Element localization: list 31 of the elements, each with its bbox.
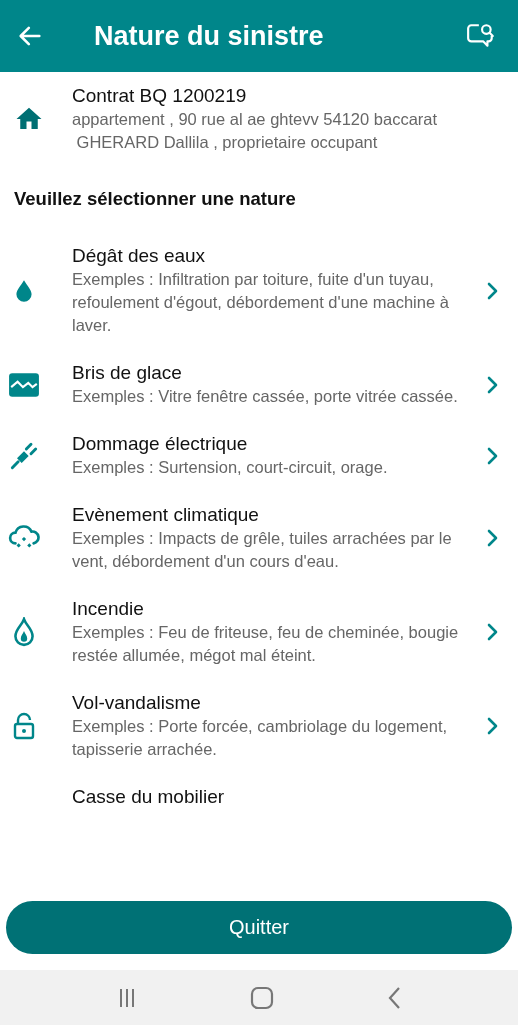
chevron-right-icon[interactable] [486, 446, 498, 465]
nature-title[interactable]: Dommage électrique [72, 432, 472, 456]
chevron-right-icon[interactable] [486, 529, 498, 547]
home-icon[interactable] [250, 985, 274, 1010]
nature-description: Exemples : Impacts de grêle, tuiles arrachées par le vent, débordement d'un cours d'eau. [72, 528, 453, 572]
chevron-right-icon[interactable] [486, 623, 498, 641]
nature-description: Exemples : Vitre fenêtre cassée, porte vitrée cassée. [72, 386, 459, 407]
nature-title[interactable]: Incendie [72, 597, 472, 621]
nature-description: Exemples : Feu de friteuse, feu de cheminée, bougie restée allumée, mégot mal éteint. [72, 622, 460, 666]
nature-description: Exemples : Infiltration par toiture, fuite d'un tuyau, refoulement d'égout, débordement d'une machine à laver. [72, 269, 450, 336]
nature-title[interactable]: Vol-vandalisme [72, 691, 472, 715]
back-icon[interactable] [387, 985, 402, 1010]
nature-title[interactable]: Dégât des eaux [72, 244, 472, 268]
chevron-right-icon[interactable] [486, 717, 498, 735]
chevron-right-icon[interactable] [486, 281, 498, 300]
nature-title[interactable]: Evènement climatique [72, 503, 472, 527]
plug-icon [10, 441, 38, 470]
unlocked-padlock-icon [12, 711, 36, 741]
flame-icon [11, 617, 37, 647]
chat-search-icon[interactable] [466, 22, 496, 50]
nature-title[interactable]: Bris de glace [72, 361, 472, 385]
contract-title: Contrat BQ 1200219 [72, 84, 248, 108]
nature-title[interactable]: Casse du mobilier [72, 785, 498, 809]
section-title: Veuillez sélectionner une nature [13, 187, 297, 211]
contract-address: appartement , 90 rue al ae ghtevv 54120 baccarat [72, 109, 438, 130]
quit-button[interactable]: Quitter [6, 901, 512, 954]
screen-title: Nature du sinistre [94, 20, 325, 52]
nature-description: Exemples : Surtension, court-circuit, orage. [72, 457, 389, 478]
nature-description: Exemples : Porte forcée, cambriolage du logement, tapisserie arrachée. [72, 716, 449, 760]
chevron-right-icon[interactable] [486, 375, 498, 394]
contract-holder: GHERARD Dallila , proprietaire occupant [75, 132, 379, 153]
